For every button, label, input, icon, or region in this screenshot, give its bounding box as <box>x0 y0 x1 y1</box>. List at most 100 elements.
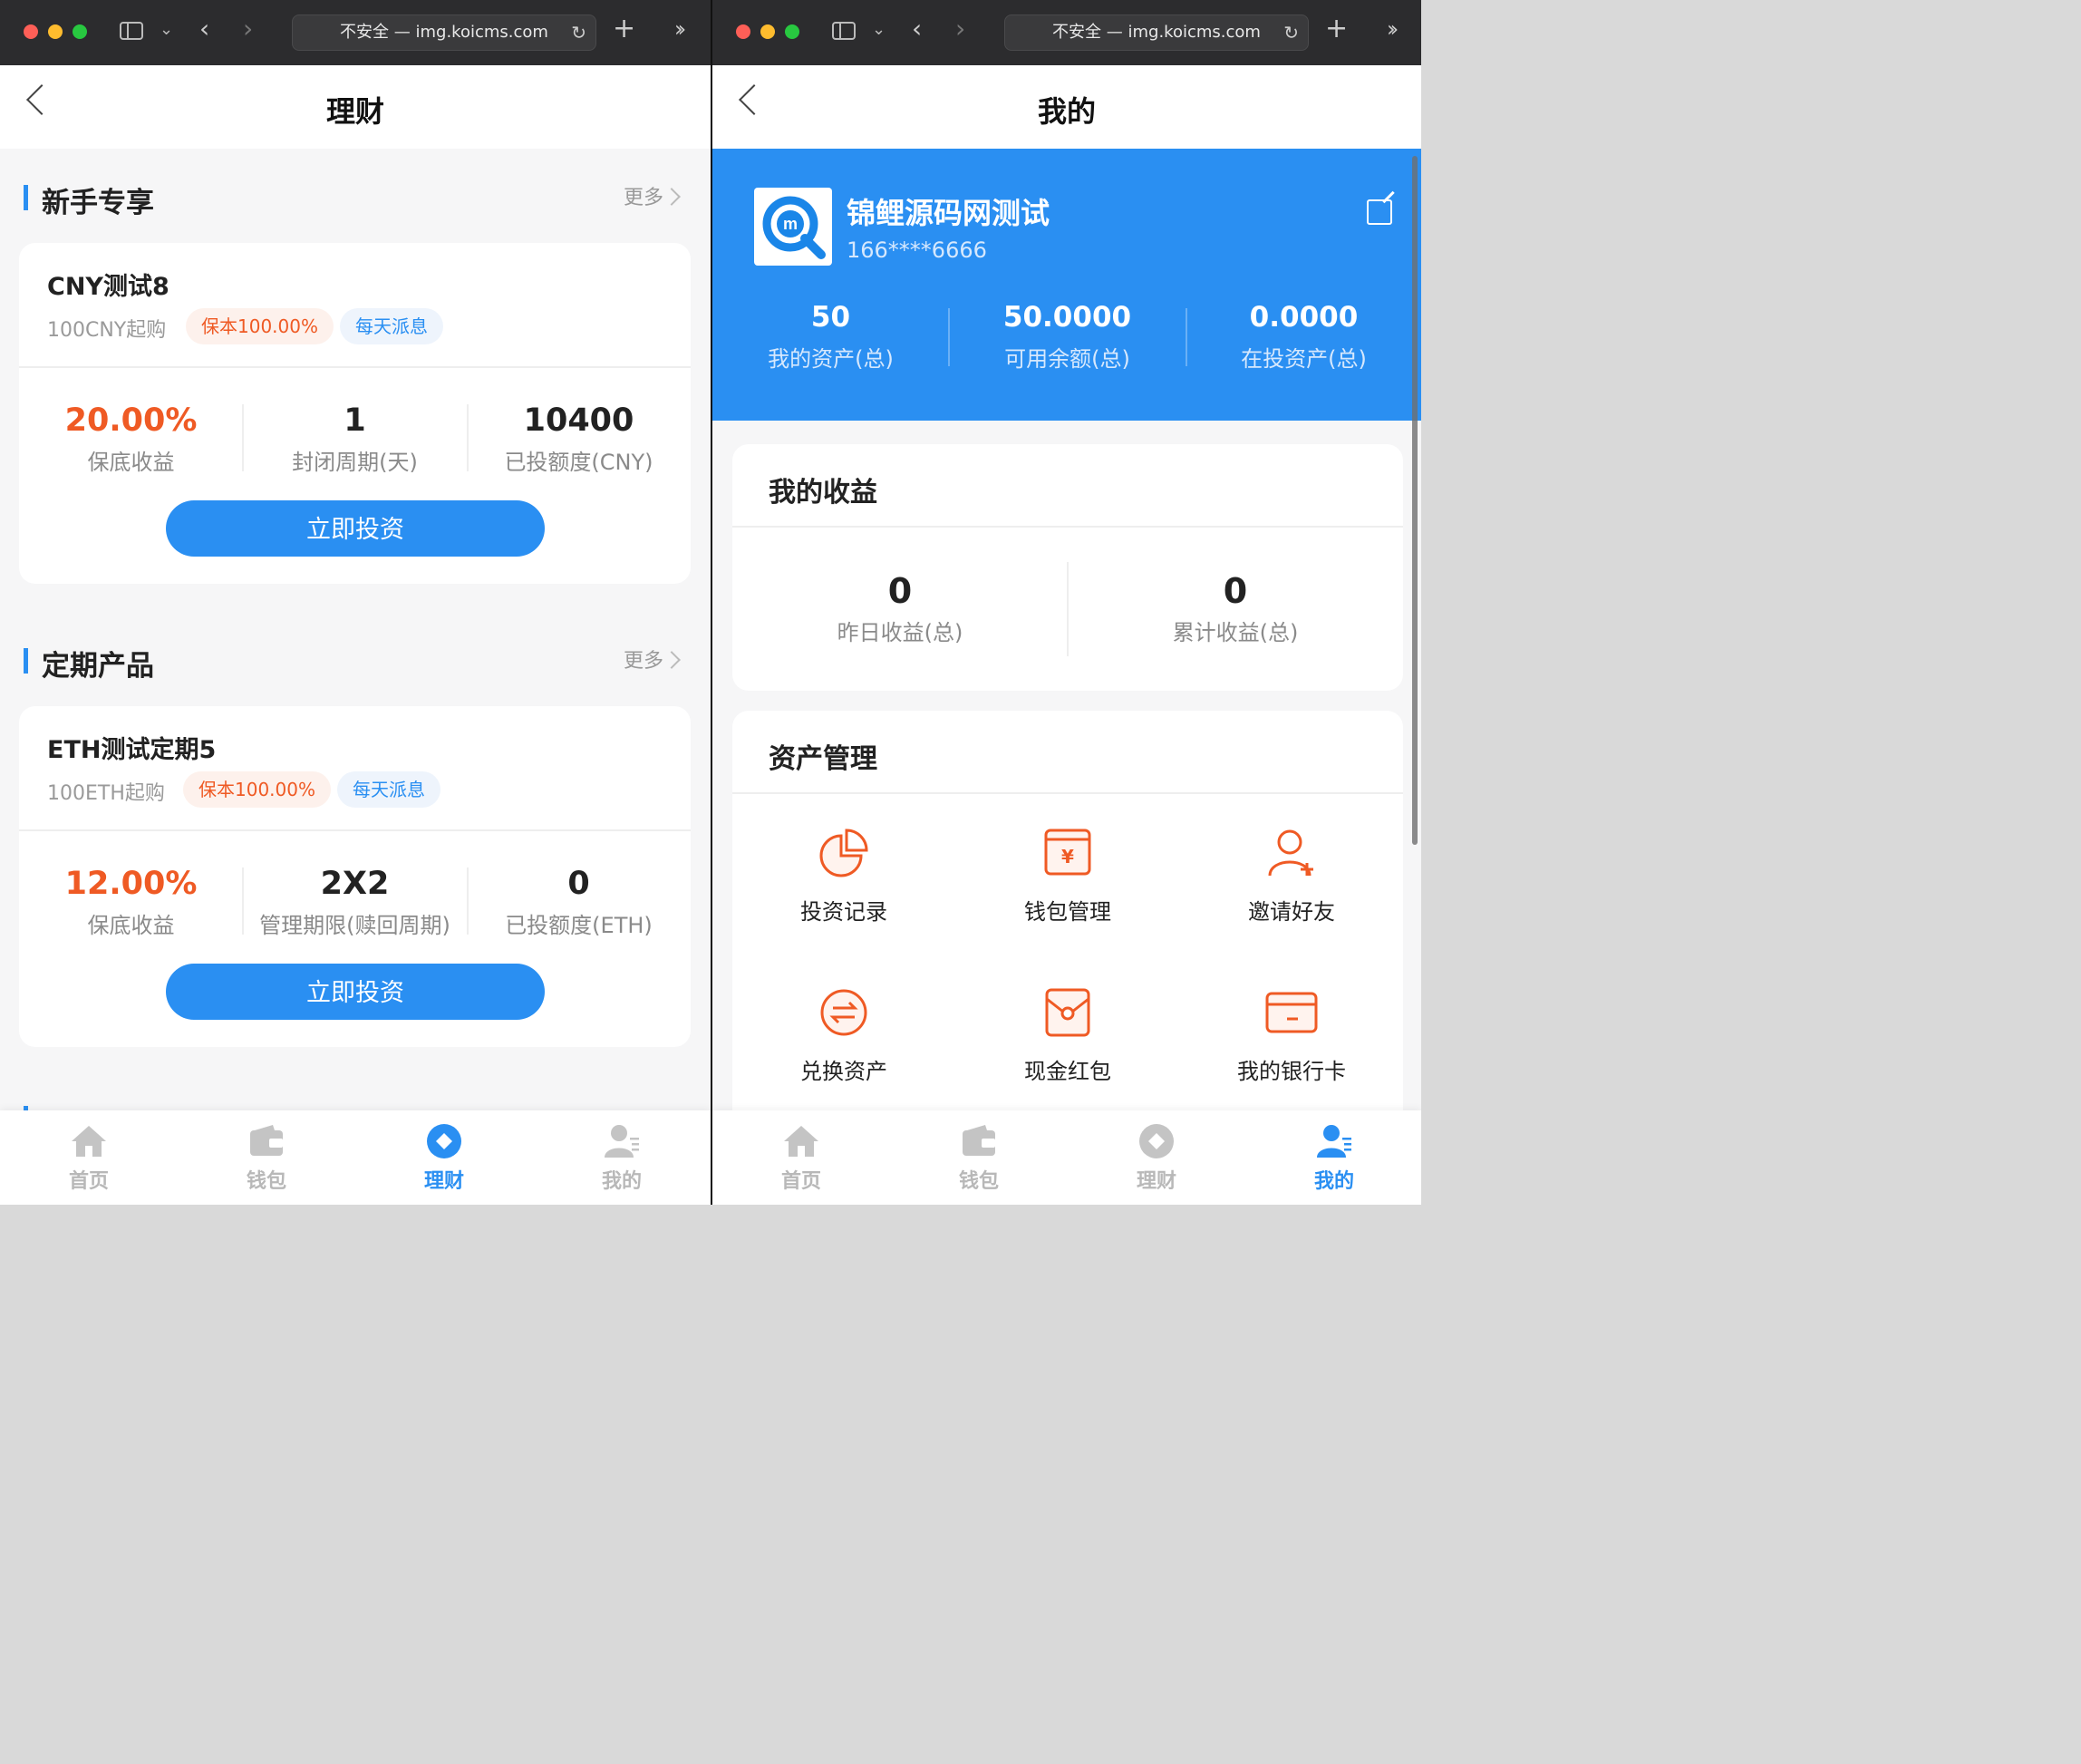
home-icon <box>782 1123 820 1159</box>
newbie-section-header: 新手专享 更多 <box>24 179 685 219</box>
red-envelope-icon <box>1041 986 1094 1039</box>
invested-value: 10400 <box>523 402 634 439</box>
stat-label: 在投资产(总) <box>1241 346 1367 372</box>
address-bar[interactable]: 不安全 — img.koicms.com ↻ <box>292 15 596 51</box>
fixed-product-card[interactable]: ETH测试定期5 100ETH起购 保本100.00% 每天派息 12.00% … <box>19 706 691 1047</box>
invested-value: 0 <box>567 866 590 902</box>
principal-tag: 保本100.00% <box>183 771 331 808</box>
home-icon <box>70 1123 108 1159</box>
finance-screen: ⌄ ‹ › 不安全 — img.koicms.com ↻ + ›› 理财 新手专… <box>0 0 711 1205</box>
asset-management-panel: 资产管理 投资记录 ¥ 钱包管理 邀请好友 兑换资产 现金红包 我的银行卡 <box>732 711 1403 1110</box>
zoom-window-button[interactable] <box>785 24 799 39</box>
panel-divider <box>732 792 1403 794</box>
invite-friends-item[interactable]: 邀请好友 <box>1180 827 1403 926</box>
more-tabs-icon[interactable]: ›› <box>674 16 686 42</box>
page-title: 理财 <box>325 94 384 129</box>
rate-value: 12.00% <box>64 866 198 902</box>
tab-label: 理财 <box>423 1170 464 1193</box>
page-title: 我的 <box>1037 94 1096 129</box>
tab-label: 首页 <box>780 1170 821 1193</box>
scrollbar[interactable] <box>1412 156 1418 845</box>
total-earnings: 0 累计收益(总) <box>1068 571 1403 646</box>
min-purchase: 100CNY起购 <box>47 319 167 342</box>
card-divider <box>19 366 691 368</box>
tab-finance[interactable]: 理财 <box>1068 1123 1245 1194</box>
tab-wallet[interactable]: 钱包 <box>890 1123 1068 1194</box>
browser-toolbar: ⌄ ‹ › 不安全 — img.koicms.com ↻ + ›› <box>712 0 1421 65</box>
newbie-product-card[interactable]: CNY测试8 100CNY起购 保本100.00% 每天派息 20.00% 保底… <box>19 243 691 584</box>
earn-value: 0 <box>887 571 913 611</box>
min-purchase: 100ETH起购 <box>47 782 165 805</box>
more-link[interactable]: 更多 <box>624 645 663 674</box>
back-nav-icon[interactable]: ‹ <box>912 16 922 42</box>
wallet-management-item[interactable]: ¥ 钱包管理 <box>956 827 1179 926</box>
edit-icon[interactable] <box>1367 199 1392 225</box>
stat-value: 50.0000 <box>1002 301 1132 334</box>
earn-value: 0 <box>1223 571 1248 611</box>
more-link[interactable]: 更多 <box>624 181 663 210</box>
invest-now-button[interactable]: 立即投资 <box>166 500 545 557</box>
fixed-section-header: 定期产品 更多 <box>24 643 685 683</box>
address-bar[interactable]: 不安全 — img.koicms.com ↻ <box>1004 15 1309 51</box>
zoom-window-button[interactable] <box>73 24 87 39</box>
chevron-right-icon[interactable] <box>663 651 681 669</box>
tab-finance[interactable]: 理财 <box>355 1123 533 1194</box>
close-window-button[interactable] <box>736 24 750 39</box>
section-title: 定期产品 <box>42 650 154 683</box>
bottom-tab-bar: 首页 钱包 理财 我的 <box>712 1110 1421 1205</box>
yuan-wallet-icon: ¥ <box>1041 827 1094 879</box>
mine-screen: ⌄ ‹ › 不安全 — img.koicms.com ↻ + ›› 我的 m 锦… <box>711 0 1421 1205</box>
section-marker <box>24 185 28 210</box>
period-label: 管理期限(赎回周期) <box>259 913 450 938</box>
chevron-down-icon[interactable]: ⌄ <box>872 20 886 39</box>
back-nav-icon[interactable]: ‹ <box>199 16 209 42</box>
rate-value: 20.00% <box>64 402 198 439</box>
tab-label: 我的 <box>1313 1170 1354 1193</box>
more-tabs-icon[interactable]: ›› <box>1387 16 1399 42</box>
sidebar-toggle-icon[interactable] <box>120 22 143 40</box>
panel-title: 资产管理 <box>769 743 877 775</box>
chevron-down-icon[interactable]: ⌄ <box>160 20 173 39</box>
product-name: ETH测试定期5 <box>47 736 217 764</box>
reload-icon[interactable]: ↻ <box>1283 15 1299 50</box>
section-marker <box>24 648 28 674</box>
tab-home[interactable]: 首页 <box>712 1123 890 1194</box>
minimize-window-button[interactable] <box>760 24 775 39</box>
new-tab-icon[interactable]: + <box>613 13 635 44</box>
close-window-button[interactable] <box>24 24 38 39</box>
tab-home[interactable]: 首页 <box>0 1123 178 1194</box>
stat-label: 我的资产(总) <box>768 346 894 372</box>
period-label: 封闭周期(天) <box>292 450 418 475</box>
user-phone: 166****6666 <box>847 237 987 263</box>
window-controls <box>736 24 799 39</box>
minimize-window-button[interactable] <box>48 24 63 39</box>
rate-label: 保底收益 <box>87 913 175 938</box>
item-label: 兑换资产 <box>800 1059 887 1084</box>
app-header: 理财 <box>0 65 711 149</box>
item-label: 邀请好友 <box>1248 899 1335 925</box>
product-name: CNY测试8 <box>47 273 169 301</box>
tab-mine[interactable]: 我的 <box>533 1123 711 1194</box>
rate-stat: 20.00% 保底收益 <box>19 402 243 476</box>
exchange-icon <box>818 986 870 1039</box>
exchange-assets-item[interactable]: 兑换资产 <box>732 986 955 1085</box>
stat-value: 0.0000 <box>1249 301 1359 334</box>
sidebar-toggle-icon[interactable] <box>832 22 856 40</box>
investment-records-item[interactable]: 投资记录 <box>732 827 955 926</box>
forward-nav-icon[interactable]: › <box>243 16 253 42</box>
invest-now-button[interactable]: 立即投资 <box>166 964 545 1020</box>
finance-icon <box>425 1123 463 1159</box>
bank-cards-item[interactable]: 我的银行卡 <box>1180 986 1403 1085</box>
forward-nav-icon[interactable]: › <box>955 16 965 42</box>
tab-wallet[interactable]: 钱包 <box>178 1123 355 1194</box>
new-tab-icon[interactable]: + <box>1325 13 1348 44</box>
cash-red-envelope-item[interactable]: 现金红包 <box>956 986 1179 1085</box>
tab-label: 钱包 <box>958 1170 999 1193</box>
avatar[interactable]: m <box>754 188 832 266</box>
earn-label: 昨日收益(总) <box>837 620 963 645</box>
tab-mine[interactable]: 我的 <box>1245 1123 1421 1194</box>
balance-stat: 50.0000 可用余额(总) <box>949 301 1186 373</box>
period-value: 2X2 <box>320 866 390 902</box>
chevron-right-icon[interactable] <box>663 188 681 206</box>
reload-icon[interactable]: ↻ <box>571 15 586 50</box>
